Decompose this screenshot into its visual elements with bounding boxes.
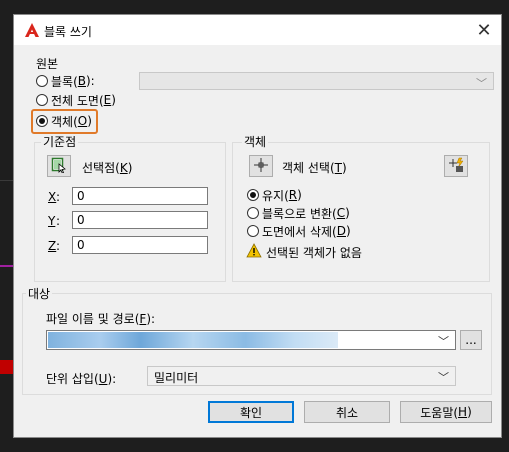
x-colon: : — [56, 190, 61, 204]
crosshair-icon — [253, 157, 269, 176]
pick-point-label: 선택점(K) — [82, 161, 133, 175]
source-group-label: 원본 — [34, 57, 61, 71]
warning-icon — [246, 243, 262, 261]
chevron-down-icon: ﹀ — [476, 77, 487, 90]
chevron-down-icon: ﹀ — [438, 371, 449, 384]
source-objects-radio[interactable]: 객체(O) — [36, 113, 92, 129]
source-entire-drawing-radio[interactable]: 전체 도면(E) — [36, 92, 116, 108]
z-label: Z — [48, 239, 57, 253]
objects-group-label: 객체 — [242, 135, 269, 149]
insert-units-label: 단위 삽입(U): — [46, 372, 117, 386]
dialog-title: 블록 쓰기 — [44, 25, 92, 39]
ok-button[interactable]: 확인 — [208, 401, 294, 423]
close-icon: ✕ — [476, 19, 492, 41]
x-label: X — [48, 190, 57, 204]
cancel-button[interactable]: 취소 — [304, 401, 390, 423]
radio-circle — [36, 75, 48, 87]
quick-select-button[interactable] — [444, 155, 468, 177]
file-path-value-redacted — [48, 332, 338, 348]
delete-from-drawing-radio[interactable]: 도면에서 삭제(D) — [247, 223, 351, 239]
radio-circle — [36, 115, 48, 127]
retain-objects-radio[interactable]: 유지(R) — [247, 187, 302, 203]
block-name-combo: ﹀ — [139, 72, 494, 90]
backdrop-line — [0, 265, 13, 267]
backdrop-line — [0, 360, 13, 374]
radio-circle — [247, 207, 259, 219]
base-point-group-label: 기준점 — [41, 135, 79, 149]
radio-circle — [247, 225, 259, 237]
y-coordinate-input[interactable]: 0 — [72, 211, 208, 229]
help-button[interactable]: 도움말(H) — [400, 401, 492, 423]
z-coordinate-input[interactable]: 0 — [72, 236, 208, 254]
convert-to-block-radio[interactable]: 블록으로 변환(C) — [247, 205, 350, 221]
destination-group-label: 대상 — [26, 287, 53, 301]
title-bar: 블록 쓰기 ✕ — [14, 15, 501, 45]
select-objects-label: 객체 선택(T) — [282, 161, 347, 175]
source-block-radio[interactable]: 블록(B): — [36, 73, 95, 89]
radio-circle — [36, 94, 48, 106]
write-block-dialog: 블록 쓰기 ✕ 원본 블록(B): ﹀ 전체 도면(E) 객체(O) 기준점 선 — [13, 14, 502, 438]
pick-point-button[interactable] — [47, 155, 71, 177]
z-colon: : — [56, 239, 61, 253]
backdrop-line — [0, 180, 13, 181]
insert-units-combo[interactable]: 밀리미터 ﹀ — [147, 366, 456, 386]
autocad-logo-icon — [24, 22, 40, 41]
pick-point-icon — [51, 157, 67, 176]
browse-button[interactable]: ... — [460, 330, 482, 350]
no-objects-selected-text: 선택된 객체가 없음 — [266, 246, 362, 260]
close-button[interactable]: ✕ — [467, 15, 501, 45]
y-label: Y — [48, 214, 56, 228]
select-objects-button[interactable] — [249, 155, 273, 177]
file-path-combo[interactable]: ﹀ — [46, 330, 456, 350]
x-coordinate-input[interactable]: 0 — [72, 187, 208, 205]
chevron-down-icon: ﹀ — [438, 335, 449, 348]
radio-circle — [247, 189, 259, 201]
file-path-label: 파일 이름 및 경로(F): — [46, 312, 156, 326]
y-colon: : — [56, 214, 61, 228]
insert-units-value: 밀리미터 — [154, 371, 199, 385]
quick-select-icon — [448, 157, 464, 176]
